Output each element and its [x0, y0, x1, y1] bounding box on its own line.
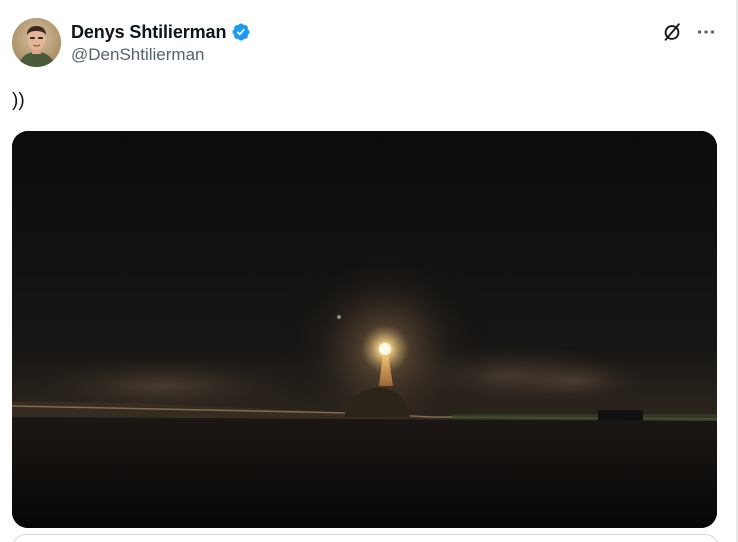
author-name-row[interactable]: Denys Shtilierman [71, 20, 251, 44]
launch-photo [12, 131, 717, 528]
quoted-card-edge[interactable] [12, 534, 719, 542]
tweet-media-photo[interactable] [12, 131, 717, 528]
more-icon [697, 30, 715, 34]
avatar[interactable] [12, 18, 61, 67]
grok-button[interactable] [658, 18, 686, 46]
author-handle[interactable]: @DenShtilierman [71, 45, 204, 65]
avatar-photo [12, 18, 61, 67]
grok-icon [664, 23, 680, 41]
tweet-text: )) [12, 90, 25, 111]
tweet-card: Denys Shtilierman @DenShtilierman )) [0, 0, 738, 542]
more-options-button[interactable] [692, 18, 720, 46]
verified-badge-icon [232, 23, 250, 41]
display-name[interactable]: Denys Shtilierman [71, 22, 226, 43]
